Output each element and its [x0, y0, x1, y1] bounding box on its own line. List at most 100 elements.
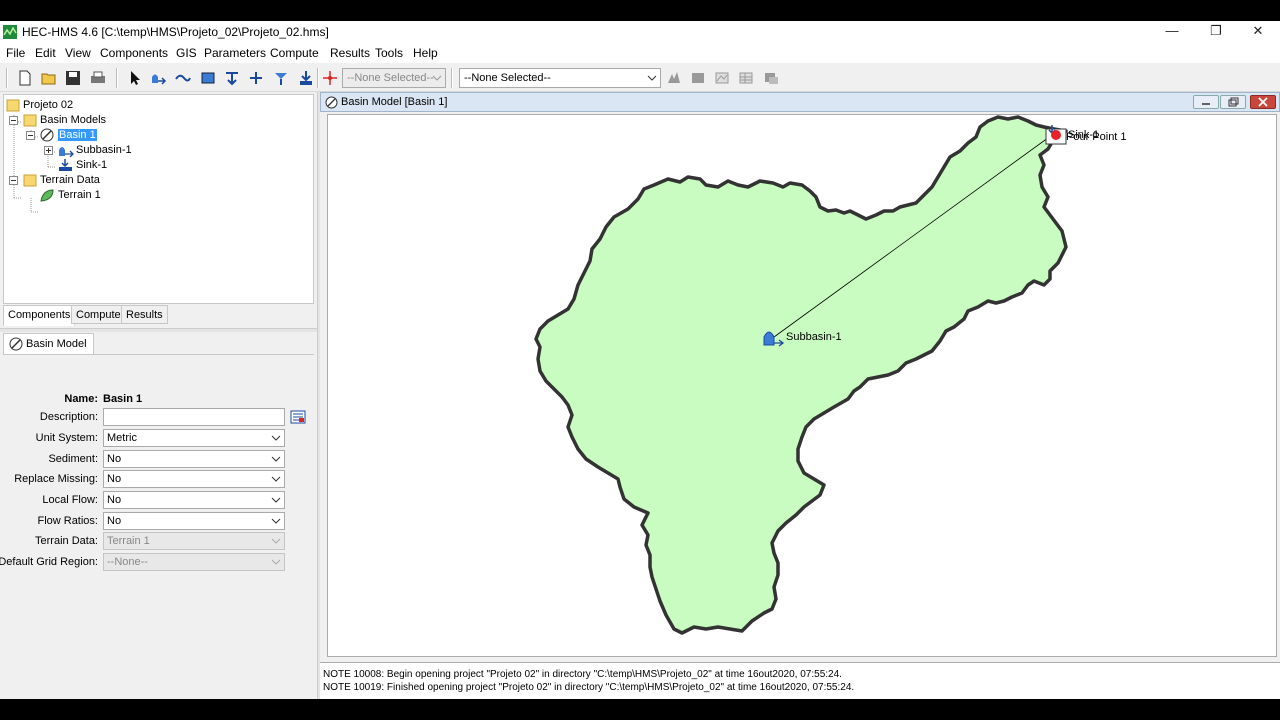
basin-model-tab-label: Basin Model	[26, 338, 87, 350]
watershed-explorer: Projeto 02 Basin Models Basin 1 Subbasin…	[3, 94, 314, 304]
element-selector-1[interactable]: --None Selected--	[342, 68, 446, 88]
flow-ratios-select[interactable]: No	[103, 512, 285, 530]
basin-map-canvas[interactable]: Subbasin-1 Sink-1 Pour Point 1	[327, 114, 1277, 657]
map-close-button[interactable]	[1250, 95, 1276, 109]
menu-bar: File Edit View Components GIS Parameters…	[0, 43, 1280, 63]
log-line: NOTE 10019: Finished opening project "Pr…	[323, 682, 855, 693]
description-label: Description:	[39, 411, 98, 423]
chevron-down-icon	[432, 75, 442, 81]
pour-point-map-label: Pour Point 1	[1066, 131, 1127, 143]
restore-icon	[1228, 97, 1239, 107]
minimize-button[interactable]: —	[1150, 21, 1194, 43]
tree-basin-models-label: Basin Models	[40, 114, 107, 126]
tab-results[interactable]: Results	[121, 305, 168, 324]
menu-gis[interactable]: GIS	[176, 46, 197, 60]
component-editor: Basin Model Name: Basin 1 Description: U…	[0, 333, 314, 699]
collapse-icon[interactable]	[26, 131, 35, 140]
tree-subbasin-1-label: Subbasin-1	[76, 144, 132, 156]
chevron-down-icon	[271, 497, 281, 503]
grid-region-select[interactable]: --None--	[103, 553, 285, 571]
log-line: NOTE 10008: Begin opening project "Proje…	[323, 669, 842, 680]
menu-compute[interactable]: Compute	[270, 46, 319, 60]
name-label: Name:	[64, 393, 98, 405]
menu-file[interactable]: File	[6, 46, 25, 60]
arrow-tool-icon[interactable]	[125, 69, 143, 87]
subbasin-tool-icon[interactable]	[149, 69, 167, 87]
menu-components[interactable]: Components	[100, 46, 168, 60]
flow-ratios-value: No	[107, 515, 122, 527]
grid-region-label: Default Grid Region:	[0, 556, 98, 568]
hec-hms-app-icon	[3, 25, 17, 39]
terrain-data-value: Terrain 1	[107, 535, 150, 547]
subbasin-polygon[interactable]	[534, 115, 1068, 635]
description-editor-icon[interactable]	[290, 409, 306, 425]
sink-icon	[59, 159, 72, 171]
screen-bottom-border	[0, 699, 1280, 720]
collapse-icon[interactable]	[9, 116, 18, 125]
tab-compute[interactable]: Compute	[71, 305, 126, 324]
sediment-select[interactable]: No	[103, 450, 285, 468]
desktop-pane: Basin Model [Basin 1] Subbasin-1 Sink-1 …	[320, 92, 1280, 659]
replace-missing-value: No	[107, 473, 122, 485]
toolbar-separator	[116, 68, 118, 88]
graph-results-icon[interactable]	[713, 69, 731, 87]
collapse-icon[interactable]	[9, 176, 18, 185]
table-results-icon[interactable]	[737, 69, 755, 87]
explorer-tabs: Components Compute Results	[3, 305, 314, 326]
compute-all-icon[interactable]	[665, 69, 683, 87]
menu-parameters[interactable]: Parameters	[204, 46, 266, 60]
map-restore-button[interactable]	[1220, 95, 1246, 109]
junction-tool-icon[interactable]	[223, 69, 241, 87]
tab-basin-model[interactable]: Basin Model	[3, 333, 94, 354]
expand-icon[interactable]	[44, 146, 53, 155]
menu-results[interactable]: Results	[330, 46, 370, 60]
crosshair-tool-icon[interactable]	[321, 69, 339, 87]
unit-system-label: Unit System:	[35, 432, 98, 444]
sink-marker[interactable]: Sink-1 Pour Point 1	[1045, 125, 1127, 145]
local-flow-select[interactable]: No	[103, 491, 285, 509]
save-project-icon[interactable]	[64, 69, 82, 87]
reach-tool-icon[interactable]	[174, 69, 192, 87]
folder-icon	[6, 99, 20, 112]
local-flow-label: Local Flow:	[42, 494, 98, 506]
title-bar: HEC-HMS 4.6 [C:\temp\HMS\Projeto_02\Proj…	[0, 21, 1280, 43]
tree-terrain-data-label: Terrain Data	[40, 174, 100, 186]
tab-components[interactable]: Components	[3, 305, 76, 326]
open-project-icon[interactable]	[40, 69, 58, 87]
element-selector-2[interactable]: --None Selected--	[459, 68, 661, 88]
menu-help[interactable]: Help	[413, 46, 438, 60]
sediment-value: No	[107, 453, 122, 465]
chevron-down-icon	[271, 518, 281, 524]
unit-system-select[interactable]: Metric	[103, 429, 285, 447]
map-minimize-button[interactable]	[1193, 95, 1219, 109]
compute-current-icon[interactable]	[689, 69, 707, 87]
summary-results-icon[interactable]	[762, 69, 780, 87]
new-project-icon[interactable]	[16, 69, 34, 87]
chevron-down-icon	[271, 538, 281, 544]
diversion-tool-icon[interactable]	[247, 69, 265, 87]
tree-terrain-1-label: Terrain 1	[58, 189, 101, 201]
toolbar-separator	[6, 68, 8, 88]
sediment-label: Sediment:	[48, 453, 98, 465]
basin-map-titlebar: Basin Model [Basin 1]	[320, 92, 1280, 112]
reservoir-tool-icon[interactable]	[199, 69, 217, 87]
tree-sink-1-label: Sink-1	[76, 159, 108, 171]
subbasin-icon	[763, 331, 775, 346]
menu-tools[interactable]: Tools	[375, 46, 403, 60]
sink-tool-icon[interactable]	[297, 69, 315, 87]
replace-missing-select[interactable]: No	[103, 470, 285, 488]
description-field[interactable]	[103, 408, 285, 426]
terrain-data-select[interactable]: Terrain 1	[103, 532, 285, 550]
terrain-data-label: Terrain Data:	[35, 535, 98, 547]
menu-edit[interactable]: Edit	[35, 46, 56, 60]
basin-model-icon	[325, 96, 338, 109]
chevron-down-icon	[271, 456, 281, 462]
menu-view[interactable]: View	[65, 46, 91, 60]
basin-map-title: Basin Model [Basin 1]	[341, 96, 448, 108]
grid-region-value: --None--	[107, 556, 148, 568]
close-button[interactable]: ✕	[1236, 21, 1280, 43]
print-icon[interactable]	[89, 69, 107, 87]
restore-button[interactable]: ❐	[1194, 21, 1238, 43]
source-tool-icon[interactable]	[272, 69, 290, 87]
panel-splitter[interactable]	[0, 328, 317, 332]
